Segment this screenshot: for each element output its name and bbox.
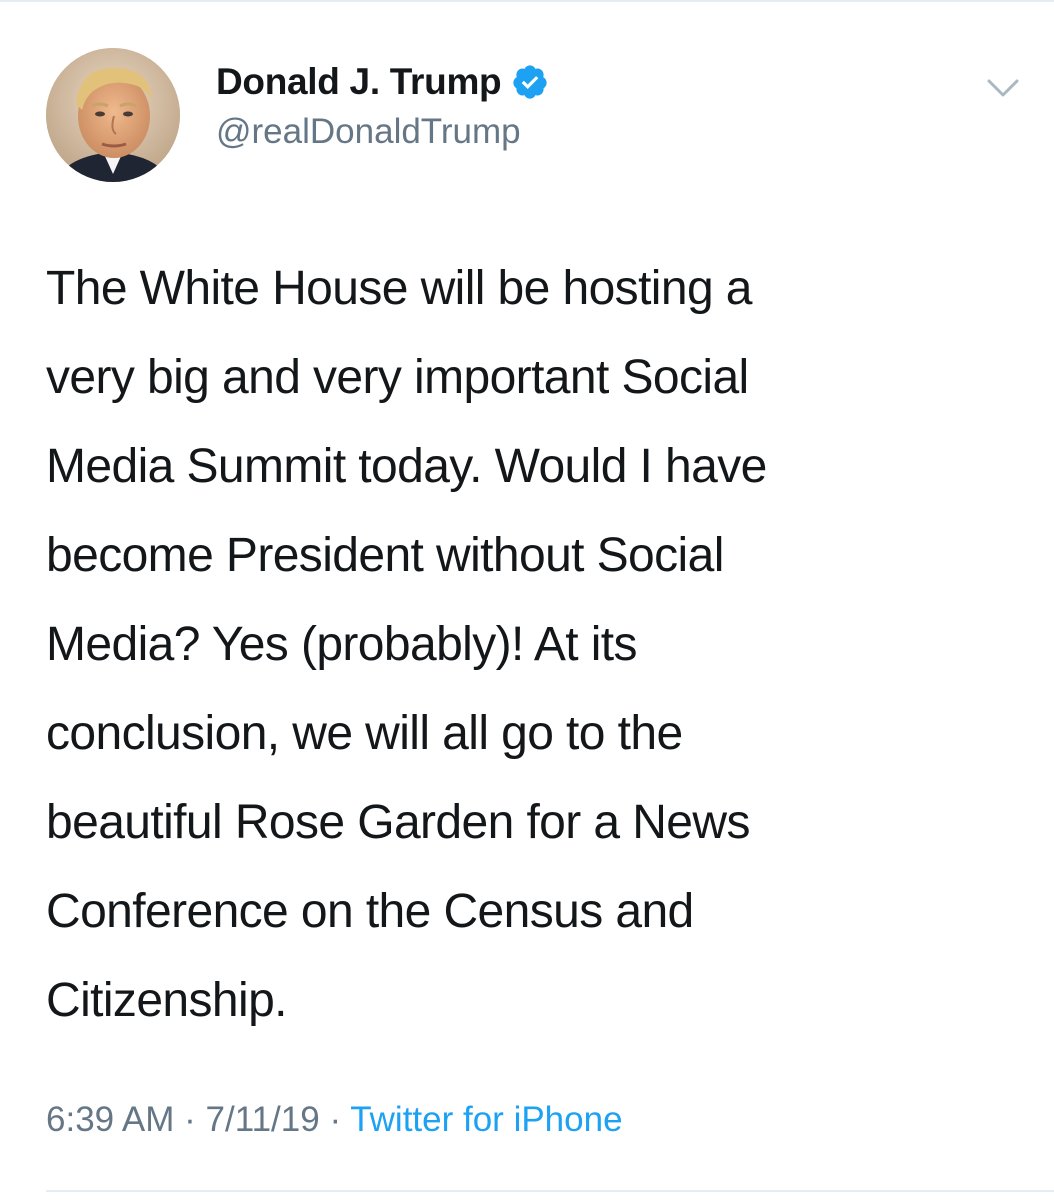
tweet-card: Donald J. Trump @realDonaldTrump The Whi… [0, 0, 1054, 1200]
name-row: Donald J. Trump [216, 58, 549, 106]
meta-separator: · [319, 1100, 351, 1139]
bottom-divider [46, 1190, 1054, 1192]
author-block: Donald J. Trump @realDonaldTrump [216, 58, 549, 152]
tweet-date[interactable]: 7/11/19 [206, 1100, 320, 1139]
tweet-time[interactable]: 6:39 AM [46, 1100, 174, 1139]
tweet-text: The White House will be hosting a very b… [46, 262, 767, 1027]
avatar[interactable] [46, 48, 180, 182]
verified-badge-icon [511, 63, 549, 101]
chevron-down-icon[interactable] [986, 76, 1020, 100]
tweet-source-link[interactable]: Twitter for iPhone [350, 1100, 622, 1139]
author-display-name[interactable]: Donald J. Trump [216, 61, 502, 103]
meta-separator: · [174, 1100, 206, 1139]
author-handle[interactable]: @realDonaldTrump [216, 112, 549, 152]
tweet-meta: 6:39 AM · 7/11/19 · Twitter for iPhone [46, 1100, 623, 1140]
avatar-image [46, 48, 180, 182]
